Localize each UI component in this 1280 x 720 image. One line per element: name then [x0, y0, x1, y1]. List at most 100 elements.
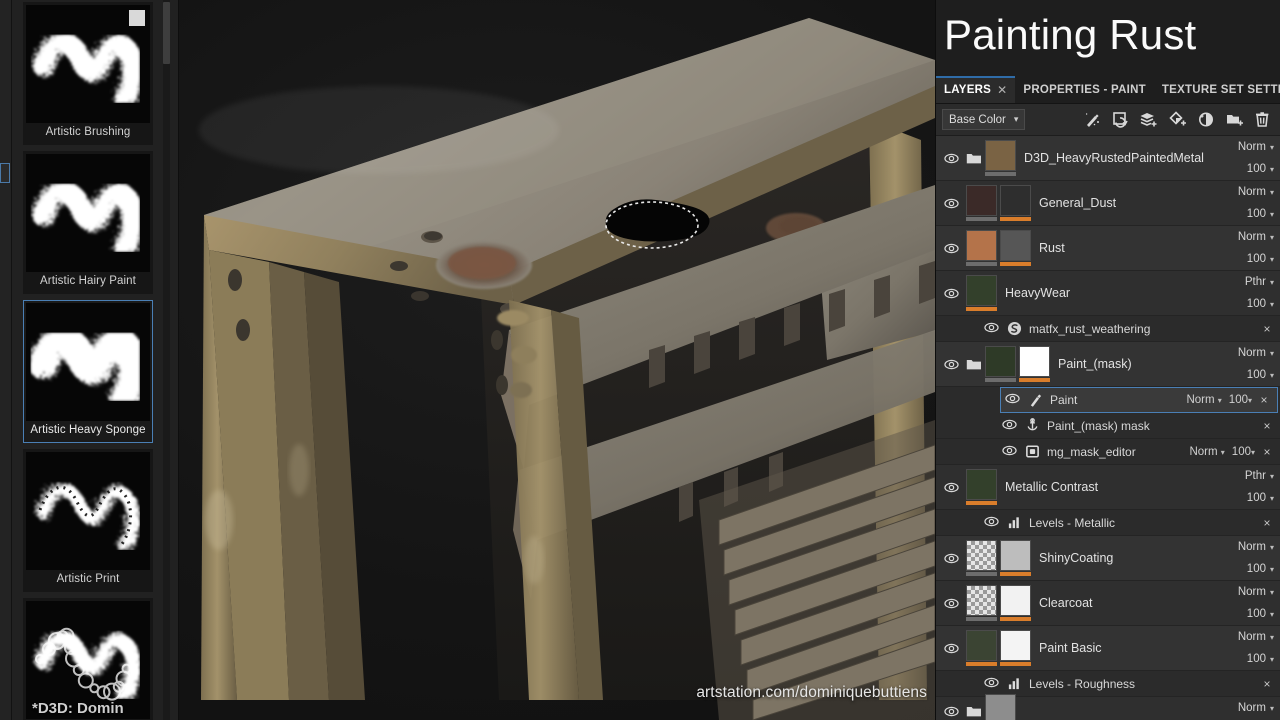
layer-visibility-toggle[interactable] [936, 706, 966, 717]
eye-icon[interactable] [1002, 445, 1017, 456]
rail-selected-item[interactable] [0, 163, 10, 183]
layer-row[interactable]: Norm ▾ [936, 693, 1280, 720]
add-anchor-point-icon[interactable] [1112, 111, 1129, 128]
brush-item[interactable]: Artistic Hairy Paint [23, 151, 153, 294]
folder-icon[interactable] [966, 152, 982, 165]
layer-blend-mode[interactable]: Norm ▾ [1238, 541, 1274, 553]
layer-thumbnail[interactable] [966, 469, 997, 505]
layer-thumbnail[interactable] [966, 185, 997, 221]
layer-thumbnail[interactable] [1000, 630, 1031, 666]
layer-effect-row[interactable]: Levels - Metallic × [936, 510, 1280, 536]
layer-thumbnail[interactable] [966, 540, 997, 576]
brush-item[interactable]: Artistic Heavy Sponge [23, 300, 153, 443]
layer-opacity[interactable]: 100 ▾ [1247, 492, 1274, 504]
eye-icon[interactable] [943, 706, 959, 717]
close-icon[interactable]: ✕ [997, 83, 1007, 97]
panel-tabbar[interactable]: LAYERS ✕ PROPERTIES - PAINT TEXTURE SET SET… [936, 76, 1280, 104]
left-tool-rail[interactable] [0, 0, 12, 720]
effect-blend-mode[interactable]: Norm ▾ [1189, 446, 1224, 458]
layer-effect-row[interactable]: matfx_rust_weathering × [936, 316, 1280, 342]
layer-opacity[interactable]: 100 ▾ [1247, 253, 1274, 265]
layer-visibility-toggle[interactable] [936, 553, 966, 564]
eye-icon[interactable] [943, 243, 959, 254]
effect-visibility-toggle[interactable] [984, 675, 999, 693]
layer-visibility-toggle[interactable] [936, 359, 966, 370]
effect-visibility-toggle[interactable] [984, 320, 999, 338]
effect-visibility-toggle[interactable] [984, 514, 999, 532]
layer-visibility-toggle[interactable] [936, 643, 966, 654]
eye-icon[interactable] [984, 677, 999, 688]
tab-texture-set-settings[interactable]: TEXTURE SET SETTINGS [1154, 76, 1280, 103]
layer-thumbnail[interactable] [966, 275, 997, 311]
eye-icon[interactable] [943, 198, 959, 209]
layer-blend-mode[interactable]: Pthr ▾ [1245, 276, 1274, 288]
layer-visibility-toggle[interactable] [936, 482, 966, 493]
layer-opacity[interactable]: 100 ▾ [1247, 608, 1274, 620]
eye-icon[interactable] [943, 153, 959, 164]
delete-layer-icon[interactable] [1255, 111, 1270, 128]
layer-opacity[interactable]: 100 ▾ [1247, 563, 1274, 575]
eye-icon[interactable] [943, 643, 959, 654]
layer-row[interactable]: Clearcoat Norm ▾ 100 ▾ [936, 581, 1280, 626]
layer-blend-mode[interactable]: Pthr ▾ [1245, 470, 1274, 482]
effect-opacity[interactable]: 100▾ [1229, 394, 1252, 406]
layer-blend-mode[interactable]: Norm ▾ [1238, 231, 1274, 243]
layer-visibility-toggle[interactable] [936, 198, 966, 209]
brush-scrollbar-track[interactable] [163, 0, 170, 720]
layer-thumbnail[interactable] [1000, 585, 1031, 621]
layer-blend-mode[interactable]: Norm ▾ [1238, 186, 1274, 198]
layer-opacity[interactable]: 100 ▾ [1247, 369, 1274, 381]
brush-presets-panel[interactable]: Artistic Brushing Artistic Hairy Paint Art… [12, 0, 179, 720]
layer-row[interactable]: Paint Basic Norm ▾ 100 ▾ [936, 626, 1280, 671]
eye-icon[interactable] [943, 482, 959, 493]
brush-item[interactable]: Artistic Brushing [23, 2, 153, 145]
effect-blend-mode[interactable]: Norm ▾ [1186, 394, 1221, 406]
layer-opacity[interactable]: 100 ▾ [1247, 653, 1274, 665]
layer-opacity[interactable]: 100 ▾ [1247, 208, 1274, 220]
layer-row[interactable]: HeavyWear Pthr ▾ 100 ▾ [936, 271, 1280, 316]
tab-properties-paint[interactable]: PROPERTIES - PAINT [1015, 76, 1154, 103]
layer-blend-mode[interactable]: Norm ▾ [1238, 631, 1274, 643]
remove-effect-icon[interactable]: × [1262, 516, 1272, 530]
layer-row[interactable]: Metallic Contrast Pthr ▾ 100 ▾ [936, 465, 1280, 510]
add-effect-icon[interactable] [1198, 111, 1215, 128]
add-smart-mask-icon[interactable] [1084, 111, 1101, 128]
layer-list[interactable]: D3D_HeavyRustedPaintedMetal Norm ▾ 100 ▾ Gene… [936, 136, 1280, 720]
eye-icon[interactable] [1002, 419, 1017, 430]
remove-effect-icon[interactable]: × [1259, 393, 1269, 407]
layer-opacity[interactable]: 100 ▾ [1247, 298, 1274, 310]
brush-scrollbar-thumb[interactable] [163, 2, 170, 64]
eye-icon[interactable] [943, 598, 959, 609]
effect-opacity[interactable]: 100▾ [1232, 446, 1255, 458]
3d-viewport[interactable]: artstation.com/dominiquebuttiens [179, 0, 935, 720]
brush-item[interactable]: Artistic Soft Bubble [23, 598, 153, 720]
eye-icon[interactable] [984, 516, 999, 527]
folder-icon[interactable] [966, 358, 982, 371]
layer-effect-row[interactable]: Paint_(mask) mask × [936, 413, 1280, 439]
layer-row[interactable]: General_Dust Norm ▾ 100 ▾ [936, 181, 1280, 226]
tab-layers[interactable]: LAYERS ✕ [936, 76, 1016, 103]
channel-select[interactable]: Base Color ▾ [942, 109, 1026, 130]
eye-icon[interactable] [1005, 393, 1020, 404]
add-fill-layer-icon[interactable] [1169, 111, 1187, 128]
layer-blend-mode[interactable]: Norm ▾ [1238, 586, 1274, 598]
add-folder-icon[interactable] [1226, 111, 1244, 128]
layer-visibility-toggle[interactable] [936, 598, 966, 609]
layers-toolbar[interactable]: Base Color ▾ [936, 104, 1280, 136]
layer-opacity[interactable]: 100 ▾ [1247, 163, 1274, 175]
folder-icon[interactable] [966, 705, 982, 718]
eye-icon[interactable] [984, 322, 999, 333]
add-paint-layer-icon[interactable] [1140, 111, 1158, 128]
layer-thumbnail[interactable] [1000, 230, 1031, 266]
layer-thumbnail[interactable] [985, 140, 1016, 176]
layer-blend-mode[interactable]: Norm ▾ [1238, 702, 1274, 714]
layer-effect-row[interactable]: Paint Norm ▾ 100▾ × [1000, 387, 1278, 413]
layer-thumbnail[interactable] [1000, 540, 1031, 576]
brush-item[interactable]: Artistic Print [23, 449, 153, 592]
brush-list[interactable]: Artistic Brushing Artistic Hairy Paint Art… [12, 0, 164, 720]
remove-effect-icon[interactable]: × [1262, 322, 1272, 336]
remove-effect-icon[interactable]: × [1262, 419, 1272, 433]
layer-action-icons[interactable] [1084, 111, 1274, 128]
layer-thumbnail[interactable] [1019, 346, 1050, 382]
layer-visibility-toggle[interactable] [936, 153, 966, 164]
